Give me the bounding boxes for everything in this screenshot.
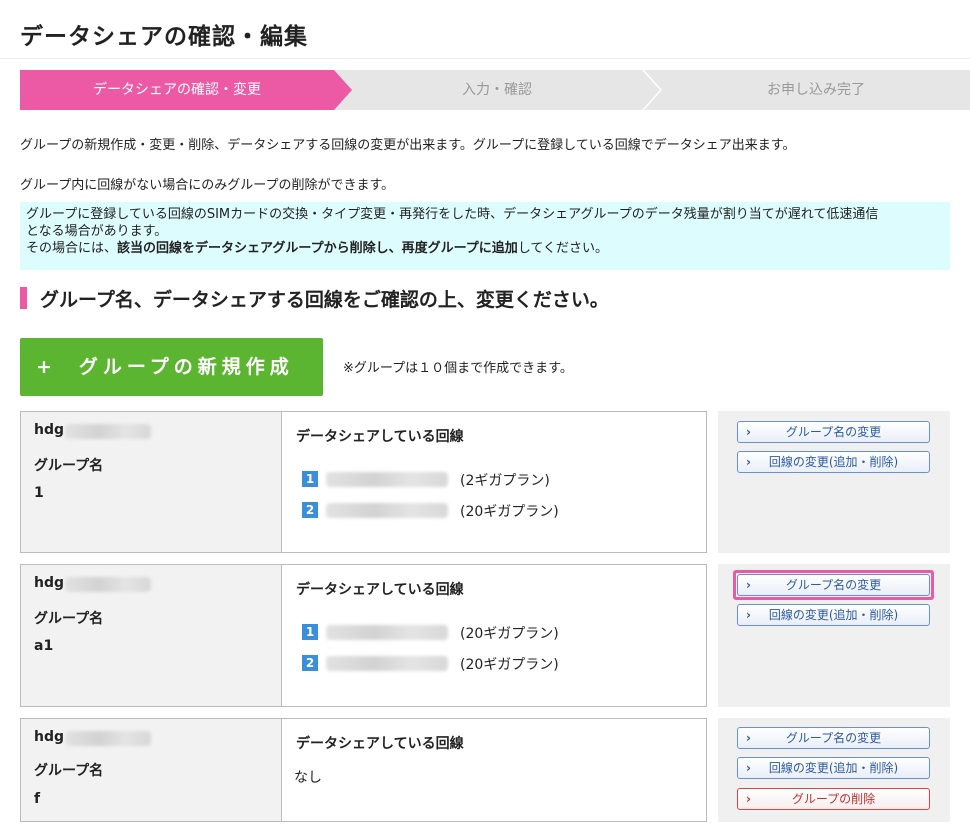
line-plan: (20ギガプラン)	[460, 504, 559, 520]
shared-lines-title: データシェアしている回線	[296, 582, 464, 598]
group-id: hdg	[34, 575, 65, 591]
line-plan: (20ギガプラン)	[460, 626, 559, 642]
line-plan: (20ギガプラン)	[460, 657, 559, 673]
rename-group-button[interactable]: › グループ名の変更	[737, 574, 930, 596]
group-name-value: f	[34, 791, 41, 807]
line-plan: (2ギガプラン)	[460, 473, 550, 489]
shared-lines-title: データシェアしている回線	[296, 736, 464, 752]
line-number-badge: 2	[302, 502, 318, 518]
notice-line-2: となる場合があります。	[26, 224, 168, 239]
notice-line-3-prefix: その場合には、	[26, 241, 118, 256]
edit-lines-label: 回線の変更(追加・削除)	[768, 608, 899, 622]
notice-box: グループに登録している回線のSIMカードの交換・タイプ変更・再発行をした時、デー…	[20, 202, 950, 270]
group-card: hdg グループ名 1 データシェアしている回線 1 (2ギガプラン) 2 (2…	[20, 411, 950, 553]
edit-lines-button[interactable]: › 回線の変更(追加・削除)	[737, 757, 930, 779]
line-number-badge: 2	[302, 655, 318, 671]
group-info-panel: hdg グループ名 1	[20, 411, 282, 553]
group-limit-note: ※グループは１０個まで作成できます。	[343, 361, 573, 376]
edit-lines-button[interactable]: › 回線の変更(追加・削除)	[737, 451, 930, 473]
group-actions-panel: › グループ名の変更 › 回線の変更(追加・削除) › グループの削除	[718, 718, 950, 822]
delete-group-button[interactable]: › グループの削除	[737, 788, 930, 810]
group-id: hdg	[34, 422, 65, 438]
line-number-badge: 1	[302, 624, 318, 640]
step-2-label: 入力・確認	[462, 82, 532, 98]
chevron-right-icon: ›	[746, 578, 751, 592]
chevron-right-icon: ›	[746, 731, 751, 745]
notice-line-1: グループに登録している回線のSIMカードの交換・タイプ変更・再発行をした時、デー…	[26, 207, 879, 222]
step-progress-bar: データシェアの確認・変更 入力・確認 お申し込み完了	[20, 70, 970, 110]
chevron-right-icon: ›	[746, 761, 751, 775]
chevron-right-icon: ›	[746, 792, 751, 806]
redacted-group-id	[65, 731, 151, 746]
shared-lines-title: データシェアしている回線	[296, 429, 464, 445]
rename-group-label: グループ名の変更	[785, 578, 882, 592]
group-actions-panel: › グループ名の変更 › 回線の変更(追加・削除)	[718, 411, 950, 553]
redacted-phone-number	[326, 625, 448, 640]
notice-line-3-bold: 該当の回線をデータシェアグループから削除し、再度グループに追加	[117, 241, 518, 256]
group-info-panel: hdg グループ名 a1	[20, 564, 282, 707]
redacted-phone-number	[326, 503, 448, 518]
delete-group-label: グループの削除	[791, 792, 876, 806]
shared-lines-panel: データシェアしている回線 なし	[281, 718, 707, 822]
chevron-right-icon: ›	[746, 425, 751, 439]
edit-lines-button[interactable]: › 回線の変更(追加・削除)	[737, 604, 930, 626]
redacted-phone-number	[326, 656, 448, 671]
no-lines-text: なし	[294, 770, 322, 786]
group-card: hdg グループ名 a1 データシェアしている回線 1 (20ギガプラン) 2 …	[20, 564, 950, 707]
group-name-value: a1	[34, 638, 54, 654]
group-name-label: グループ名	[34, 611, 104, 627]
group-name-label: グループ名	[34, 458, 104, 474]
step-1-label: データシェアの確認・変更	[93, 82, 261, 98]
section-accent-bar	[20, 287, 27, 309]
edit-lines-label: 回線の変更(追加・削除)	[768, 761, 899, 775]
section-heading-text: グループ名、データシェアする回線をご確認の上、変更ください。	[40, 289, 609, 311]
notice-line-3: その場合には、該当の回線をデータシェアグループから削除し、再度グループに追加して…	[26, 240, 944, 257]
new-group-label: グループの新規作成	[78, 356, 294, 378]
step-3-label: お申し込み完了	[767, 82, 865, 98]
chevron-right-icon: ›	[746, 608, 751, 622]
chevron-right-icon: ›	[746, 455, 751, 469]
notice-line-3-suffix: してください。	[517, 241, 609, 256]
line-number-badge: 1	[302, 471, 318, 487]
group-card: hdg グループ名 f データシェアしている回線 なし › グループ名の変更 › 回…	[20, 718, 950, 822]
intro-text: グループの新規作成・変更・削除、データシェアする回線の変更が出来ます。グループに…	[20, 138, 796, 153]
redacted-group-id	[65, 424, 151, 439]
group-name-label: グループ名	[34, 763, 104, 779]
edit-lines-label: 回線の変更(追加・削除)	[768, 455, 899, 469]
group-actions-panel: › グループ名の変更 › 回線の変更(追加・削除)	[718, 564, 950, 707]
rename-group-label: グループ名の変更	[785, 425, 882, 439]
redacted-group-id	[65, 577, 151, 592]
rename-group-button[interactable]: › グループ名の変更	[737, 727, 930, 749]
group-name-value: 1	[34, 485, 44, 501]
rename-group-label: グループ名の変更	[785, 731, 882, 745]
shared-lines-panel: データシェアしている回線 1 (2ギガプラン) 2 (20ギガプラン)	[281, 411, 707, 553]
page-title: データシェアの確認・編集	[20, 24, 308, 50]
title-divider	[0, 58, 970, 59]
redacted-phone-number	[326, 472, 448, 487]
plus-icon: +	[36, 356, 57, 378]
group-id: hdg	[34, 729, 65, 745]
rename-group-button[interactable]: › グループ名の変更	[737, 421, 930, 443]
group-info-panel: hdg グループ名 f	[20, 718, 282, 822]
new-group-button[interactable]: + グループの新規作成	[20, 338, 323, 396]
intro-delete-note: グループ内に回線がない場合にのみグループの削除ができます。	[20, 178, 395, 193]
shared-lines-panel: データシェアしている回線 1 (20ギガプラン) 2 (20ギガプラン)	[281, 564, 707, 707]
